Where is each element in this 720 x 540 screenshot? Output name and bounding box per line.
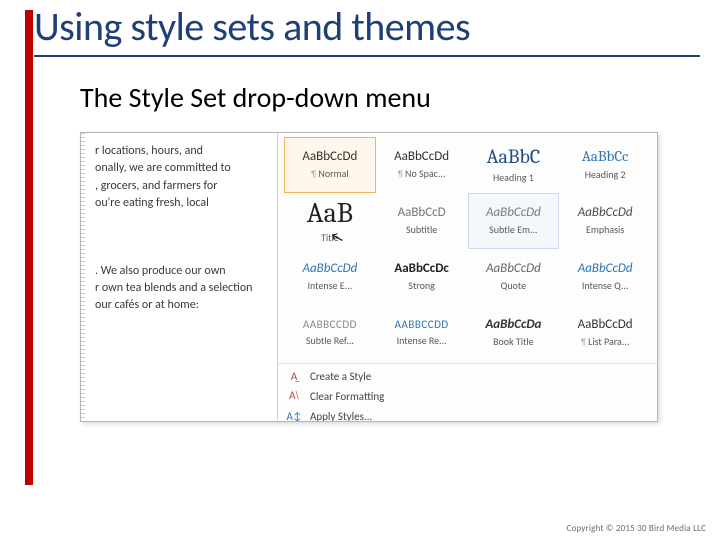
style-label-heading2: Heading 2 <box>585 168 626 181</box>
style-tile-intref[interactable]: AABBCCDD Intense Re... <box>376 305 468 361</box>
style-sample-subtleem: AaBbCcDd <box>486 206 541 219</box>
style-label-subtleref: Subtle Ref... <box>306 334 354 347</box>
style-label-normal: ¶Normal <box>311 167 349 180</box>
style-label-listpara: ¶List Para... <box>581 335 630 348</box>
style-tile-strong[interactable]: AaBbCcDc Strong <box>376 249 468 305</box>
style-tile-subtleem[interactable]: AaBbCcDd Subtle Em... <box>468 193 560 249</box>
style-tile-listpara[interactable]: AaBbCcDd ¶List Para... <box>559 305 651 361</box>
style-label-intensee: Intense E... <box>307 279 352 292</box>
clear-formatting-command[interactable]: A⧵ Clear Formatting <box>278 386 657 406</box>
clear-formatting-label: Clear Formatting <box>310 390 384 403</box>
style-sample-booktitle: AaBbCcDa <box>485 318 541 331</box>
create-style-icon: A̲ <box>286 369 302 383</box>
style-tile-booktitle[interactable]: AaBbCcDa Book Title <box>468 305 560 361</box>
style-label-subtleem: Subtle Em... <box>489 223 537 236</box>
style-sample-listpara: AaBbCcDd <box>578 318 633 331</box>
styles-gallery-footer: A̲ Create a Style A⧵ Clear Formatting A↕… <box>278 363 657 422</box>
styles-gallery: AaBbCcDd ¶Normal AaBbCcDd ¶No Spac... AaBbC H… <box>278 133 657 421</box>
style-tile-intenseq[interactable]: AaBbCcDd Intense Q... <box>559 249 651 305</box>
style-tile-normal[interactable]: AaBbCcDd ¶Normal <box>284 137 376 193</box>
style-tile-subtitle[interactable]: AaBbCcD Subtitle <box>376 193 468 249</box>
style-label-intref: Intense Re... <box>397 334 447 347</box>
style-label-emphasis: Emphasis <box>586 223 624 236</box>
style-sample-subtleref: AABBCCDD <box>303 319 357 330</box>
paragraph-mark-icon: ¶ <box>311 169 316 180</box>
style-tile-quote[interactable]: AaBbCcDd Quote <box>468 249 560 305</box>
style-label-title: Title <box>321 231 339 244</box>
style-sample-title: AaB <box>307 199 353 227</box>
doc-torn-edge <box>81 133 85 421</box>
create-style-label: Create a Style <box>310 370 371 383</box>
style-tile-heading1[interactable]: AaBbC Heading 1 <box>468 137 560 193</box>
style-grid: AaBbCcDd ¶Normal AaBbCcDd ¶No Spac... AaBbC H… <box>278 133 657 363</box>
style-tile-heading2[interactable]: AaBbCc Heading 2 <box>559 137 651 193</box>
slide-title: Using style sets and themes <box>34 2 700 57</box>
style-sample-normal: AaBbCcDd <box>302 150 357 163</box>
style-tile-emphasis[interactable]: AaBbCcDd Emphasis <box>559 193 651 249</box>
style-label-booktitle: Book Title <box>493 335 534 348</box>
style-label-heading1: Heading 1 <box>493 171 534 184</box>
style-sample-nospacing: AaBbCcDd <box>394 150 449 163</box>
style-sample-intensee: AaBbCcDd <box>302 262 357 275</box>
slide-sub-heading: The Style Set drop-down menu <box>80 80 431 115</box>
style-sample-intenseq: AaBbCcDd <box>578 262 633 275</box>
style-sample-subtitle: AaBbCcD <box>398 206 446 219</box>
style-sample-heading1: AaBbC <box>487 147 541 167</box>
paragraph-mark-icon: ¶ <box>398 169 403 180</box>
style-sample-heading2: AaBbCc <box>582 149 629 164</box>
style-tile-subtleref[interactable]: AABBCCDD Subtle Ref... <box>284 305 376 361</box>
accent-bar <box>25 10 33 485</box>
style-label-subtitle: Subtitle <box>406 223 437 236</box>
style-label-quote: Quote <box>501 279 526 292</box>
doc-paragraph-2: . We also produce our own r own tea blen… <box>95 263 269 315</box>
style-sample-emphasis: AaBbCcDd <box>578 206 633 219</box>
style-sample-quote: AaBbCcDd <box>486 262 541 275</box>
style-label-nospacing: ¶No Spac... <box>398 167 446 180</box>
document-text: r locations, hours, and onally, we are c… <box>81 133 277 323</box>
apply-styles-icon: A↕ <box>286 409 302 422</box>
style-label-strong: Strong <box>408 279 435 292</box>
apply-styles-label: Apply Styles... <box>310 410 372 423</box>
clear-formatting-icon: A⧵ <box>286 389 302 403</box>
style-sample-strong: AaBbCcDc <box>394 262 449 275</box>
copyright-text: Copyright © 2015 30 Bird Media LLC <box>566 523 706 534</box>
style-label-intenseq: Intense Q... <box>582 279 629 292</box>
document-preview-pane: r locations, hours, and onally, we are c… <box>81 133 278 421</box>
styles-gallery-screenshot: r locations, hours, and onally, we are c… <box>80 132 658 422</box>
style-tile-intensee[interactable]: AaBbCcDd Intense E... <box>284 249 376 305</box>
style-sample-intref: AABBCCDD <box>395 319 449 330</box>
style-tile-title[interactable]: AaB Title <box>284 193 376 249</box>
create-style-command[interactable]: A̲ Create a Style <box>278 366 657 386</box>
paragraph-mark-icon: ¶ <box>581 337 586 348</box>
apply-styles-command[interactable]: A↕ Apply Styles... <box>278 406 657 422</box>
style-tile-nospacing[interactable]: AaBbCcDd ¶No Spac... <box>376 137 468 193</box>
doc-paragraph-1: r locations, hours, and onally, we are c… <box>95 143 269 213</box>
